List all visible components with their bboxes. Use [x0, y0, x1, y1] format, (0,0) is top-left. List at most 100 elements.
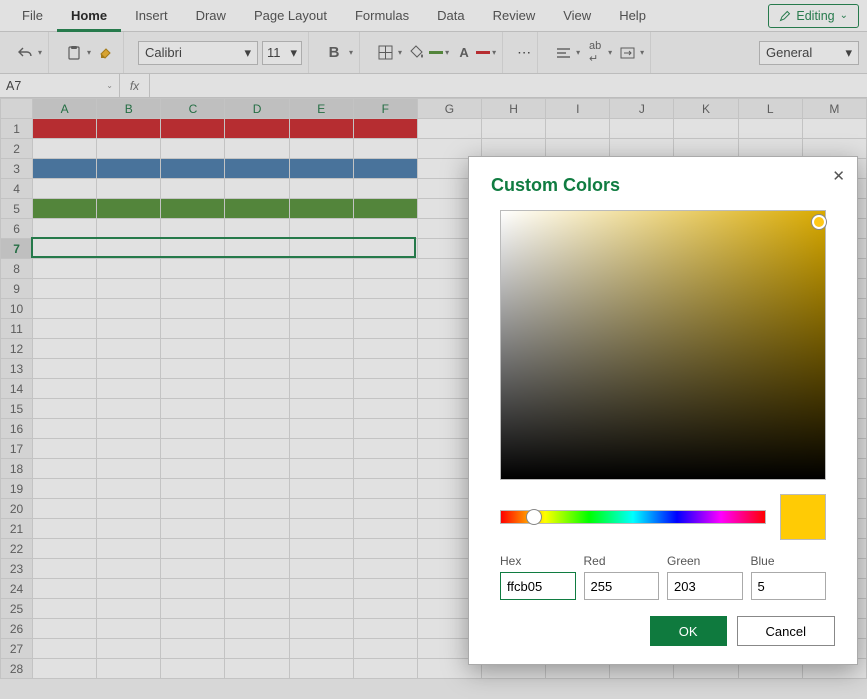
cell-D19[interactable] — [225, 479, 289, 499]
tab-insert[interactable]: Insert — [121, 0, 182, 32]
ok-button[interactable]: OK — [650, 616, 727, 646]
cell-A27[interactable] — [33, 639, 97, 659]
cell-F16[interactable] — [353, 419, 417, 439]
paste-button[interactable]: ▾ — [63, 42, 91, 64]
cell-E4[interactable] — [289, 179, 353, 199]
cell-D10[interactable] — [225, 299, 289, 319]
cell-D25[interactable] — [225, 599, 289, 619]
tab-page-layout[interactable]: Page Layout — [240, 0, 341, 32]
cell-I1[interactable] — [546, 119, 610, 139]
cell-D23[interactable] — [225, 559, 289, 579]
cell-A25[interactable] — [33, 599, 97, 619]
cell-B1[interactable] — [97, 119, 161, 139]
cell-E26[interactable] — [289, 619, 353, 639]
tab-home[interactable]: Home — [57, 0, 121, 32]
tab-file[interactable]: File — [8, 0, 57, 32]
cell-D1[interactable] — [225, 119, 289, 139]
cell-M1[interactable] — [802, 119, 866, 139]
cell-E8[interactable] — [289, 259, 353, 279]
row-header-18[interactable]: 18 — [1, 459, 33, 479]
cell-D14[interactable] — [225, 379, 289, 399]
cell-D26[interactable] — [225, 619, 289, 639]
formula-input[interactable] — [150, 74, 867, 97]
cell-F21[interactable] — [353, 519, 417, 539]
row-header-2[interactable]: 2 — [1, 139, 33, 159]
cell-D12[interactable] — [225, 339, 289, 359]
cell-F25[interactable] — [353, 599, 417, 619]
cell-E22[interactable] — [289, 539, 353, 559]
undo-button[interactable]: ▾ — [14, 42, 42, 64]
cell-K1[interactable] — [674, 119, 738, 139]
cell-C12[interactable] — [161, 339, 225, 359]
cell-A21[interactable] — [33, 519, 97, 539]
row-header-19[interactable]: 19 — [1, 479, 33, 499]
cell-A6[interactable] — [33, 219, 97, 239]
cell-B5[interactable] — [97, 199, 161, 219]
cell-B12[interactable] — [97, 339, 161, 359]
name-box[interactable]: A7 ⌄ — [0, 74, 120, 97]
cell-C7[interactable] — [161, 239, 225, 259]
cell-F7[interactable] — [353, 239, 417, 259]
cell-J1[interactable] — [610, 119, 674, 139]
cell-B16[interactable] — [97, 419, 161, 439]
col-header-E[interactable]: E — [289, 99, 353, 119]
cell-C14[interactable] — [161, 379, 225, 399]
col-header-J[interactable]: J — [610, 99, 674, 119]
hex-input[interactable] — [500, 572, 576, 600]
cell-F24[interactable] — [353, 579, 417, 599]
cell-B20[interactable] — [97, 499, 161, 519]
cell-C21[interactable] — [161, 519, 225, 539]
row-header-6[interactable]: 6 — [1, 219, 33, 239]
sv-thumb[interactable] — [812, 215, 826, 229]
cell-B7[interactable] — [97, 239, 161, 259]
cell-A7[interactable] — [33, 239, 97, 259]
tab-draw[interactable]: Draw — [182, 0, 240, 32]
row-header-28[interactable]: 28 — [1, 659, 33, 679]
cell-D28[interactable] — [225, 659, 289, 679]
col-header-G[interactable]: G — [417, 99, 481, 119]
cell-E17[interactable] — [289, 439, 353, 459]
row-header-21[interactable]: 21 — [1, 519, 33, 539]
font-color-button[interactable]: A ▾ — [453, 42, 496, 64]
cell-D22[interactable] — [225, 539, 289, 559]
cell-B21[interactable] — [97, 519, 161, 539]
cell-E5[interactable] — [289, 199, 353, 219]
cell-D3[interactable] — [225, 159, 289, 179]
editing-mode-button[interactable]: Editing⌄ — [768, 4, 859, 28]
cell-A5[interactable] — [33, 199, 97, 219]
row-header-17[interactable]: 17 — [1, 439, 33, 459]
cell-A16[interactable] — [33, 419, 97, 439]
row-header-11[interactable]: 11 — [1, 319, 33, 339]
tab-view[interactable]: View — [549, 0, 605, 32]
cell-D11[interactable] — [225, 319, 289, 339]
cell-F17[interactable] — [353, 439, 417, 459]
cell-B8[interactable] — [97, 259, 161, 279]
cell-A12[interactable] — [33, 339, 97, 359]
cell-C13[interactable] — [161, 359, 225, 379]
cell-E1[interactable] — [289, 119, 353, 139]
cell-A9[interactable] — [33, 279, 97, 299]
cell-C9[interactable] — [161, 279, 225, 299]
row-header-5[interactable]: 5 — [1, 199, 33, 219]
cell-A11[interactable] — [33, 319, 97, 339]
cell-D7[interactable] — [225, 239, 289, 259]
cell-E25[interactable] — [289, 599, 353, 619]
cell-E10[interactable] — [289, 299, 353, 319]
cell-E14[interactable] — [289, 379, 353, 399]
cell-E28[interactable] — [289, 659, 353, 679]
cell-A24[interactable] — [33, 579, 97, 599]
col-header-L[interactable]: L — [738, 99, 802, 119]
cell-B9[interactable] — [97, 279, 161, 299]
cell-A13[interactable] — [33, 359, 97, 379]
cell-D15[interactable] — [225, 399, 289, 419]
cell-E23[interactable] — [289, 559, 353, 579]
cell-F3[interactable] — [353, 159, 417, 179]
cell-A26[interactable] — [33, 619, 97, 639]
cell-A4[interactable] — [33, 179, 97, 199]
cell-D16[interactable] — [225, 419, 289, 439]
cell-A19[interactable] — [33, 479, 97, 499]
cell-D17[interactable] — [225, 439, 289, 459]
row-header-26[interactable]: 26 — [1, 619, 33, 639]
cell-C25[interactable] — [161, 599, 225, 619]
cell-A1[interactable] — [33, 119, 97, 139]
